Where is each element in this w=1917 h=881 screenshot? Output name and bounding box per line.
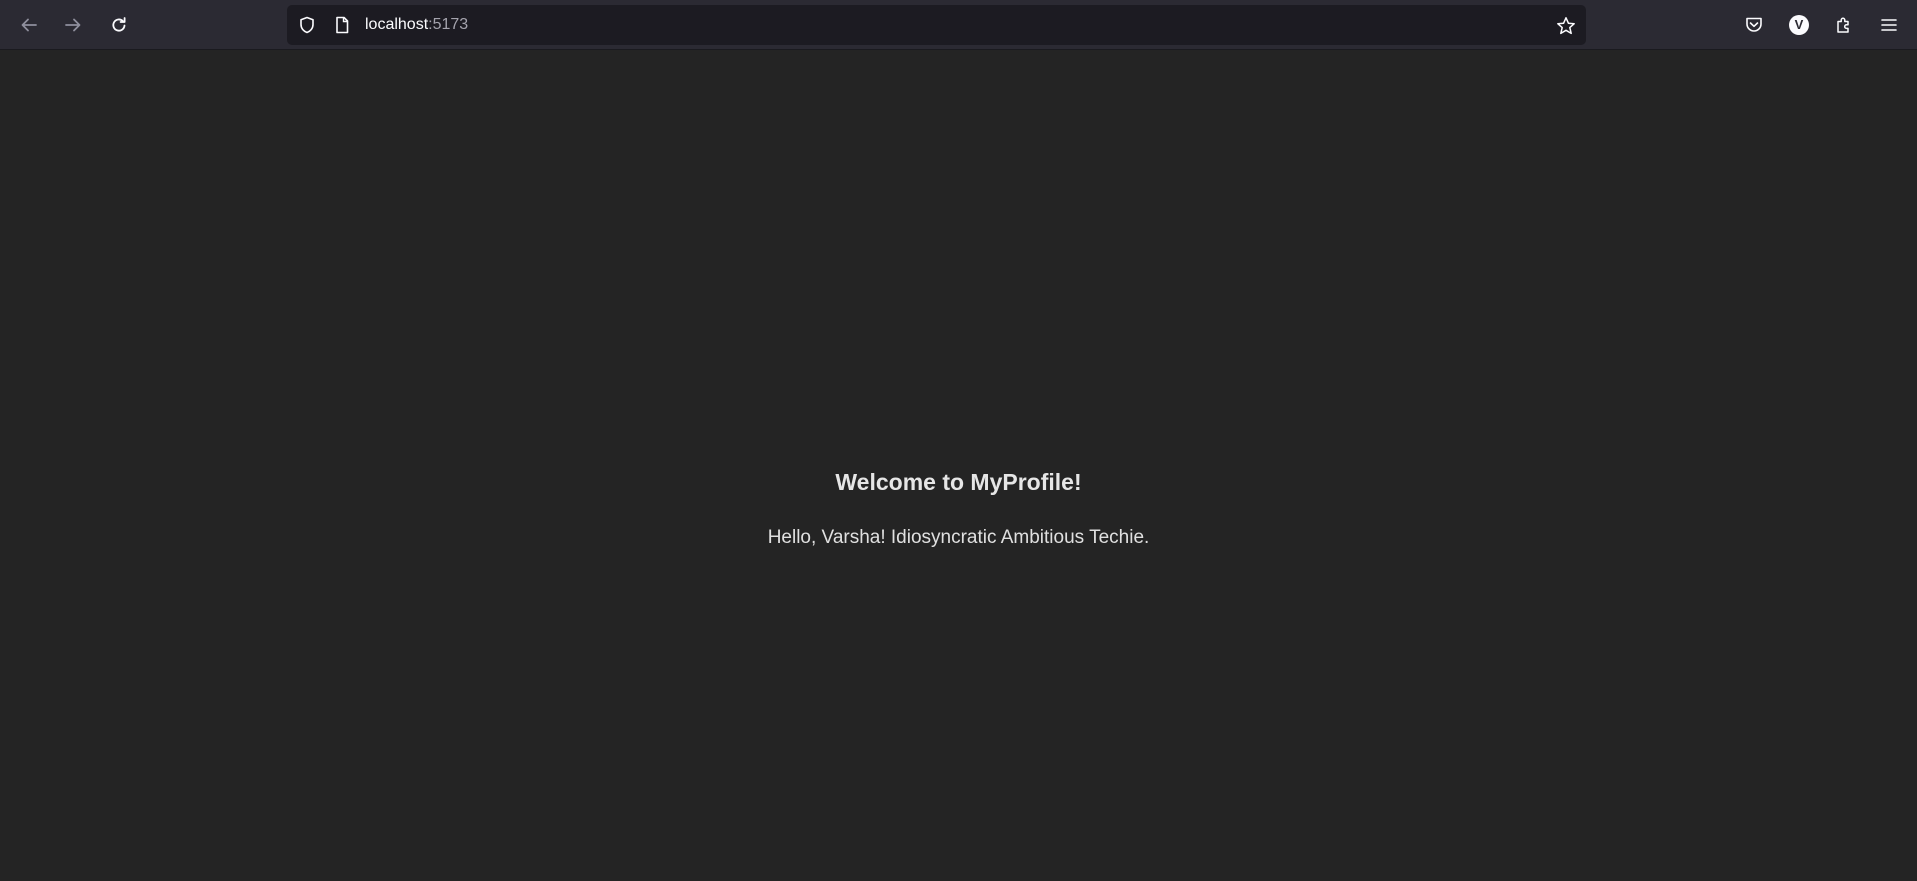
- arrow-right-icon: [65, 18, 81, 32]
- page-title: Welcome to MyProfile!: [835, 469, 1082, 495]
- forward-button[interactable]: [57, 9, 89, 41]
- pocket-button[interactable]: [1738, 9, 1770, 41]
- tracking-protection-shield-icon[interactable]: [297, 15, 317, 35]
- page-info-icon[interactable]: [332, 15, 352, 35]
- back-button[interactable]: [13, 9, 45, 41]
- star-icon: [1557, 17, 1575, 35]
- greeting-text: Hello, Varsha! Idiosyncratic Ambitious T…: [767, 527, 1150, 548]
- puzzle-icon: [1837, 17, 1849, 33]
- bookmark-star-button[interactable]: [1555, 15, 1577, 37]
- menu-button[interactable]: [1873, 9, 1905, 41]
- reload-icon: [112, 17, 126, 32]
- browser-toolbar: localhost:5173 V: [0, 0, 1917, 50]
- url-bar[interactable]: localhost:5173: [287, 5, 1586, 45]
- arrow-left-icon: [21, 18, 37, 32]
- pocket-icon: [1746, 17, 1762, 32]
- page-content: Welcome to MyProfile! Hello, Varsha! Idi…: [0, 51, 1917, 881]
- hamburger-menu-icon: [1881, 19, 1897, 31]
- url-text[interactable]: localhost:5173: [365, 16, 468, 34]
- extensions-button[interactable]: [1828, 9, 1860, 41]
- url-port: :5173: [428, 16, 469, 33]
- avatar: V: [1789, 15, 1809, 35]
- account-button[interactable]: V: [1783, 9, 1815, 41]
- reload-button[interactable]: [103, 9, 135, 41]
- url-host: localhost: [365, 16, 429, 33]
